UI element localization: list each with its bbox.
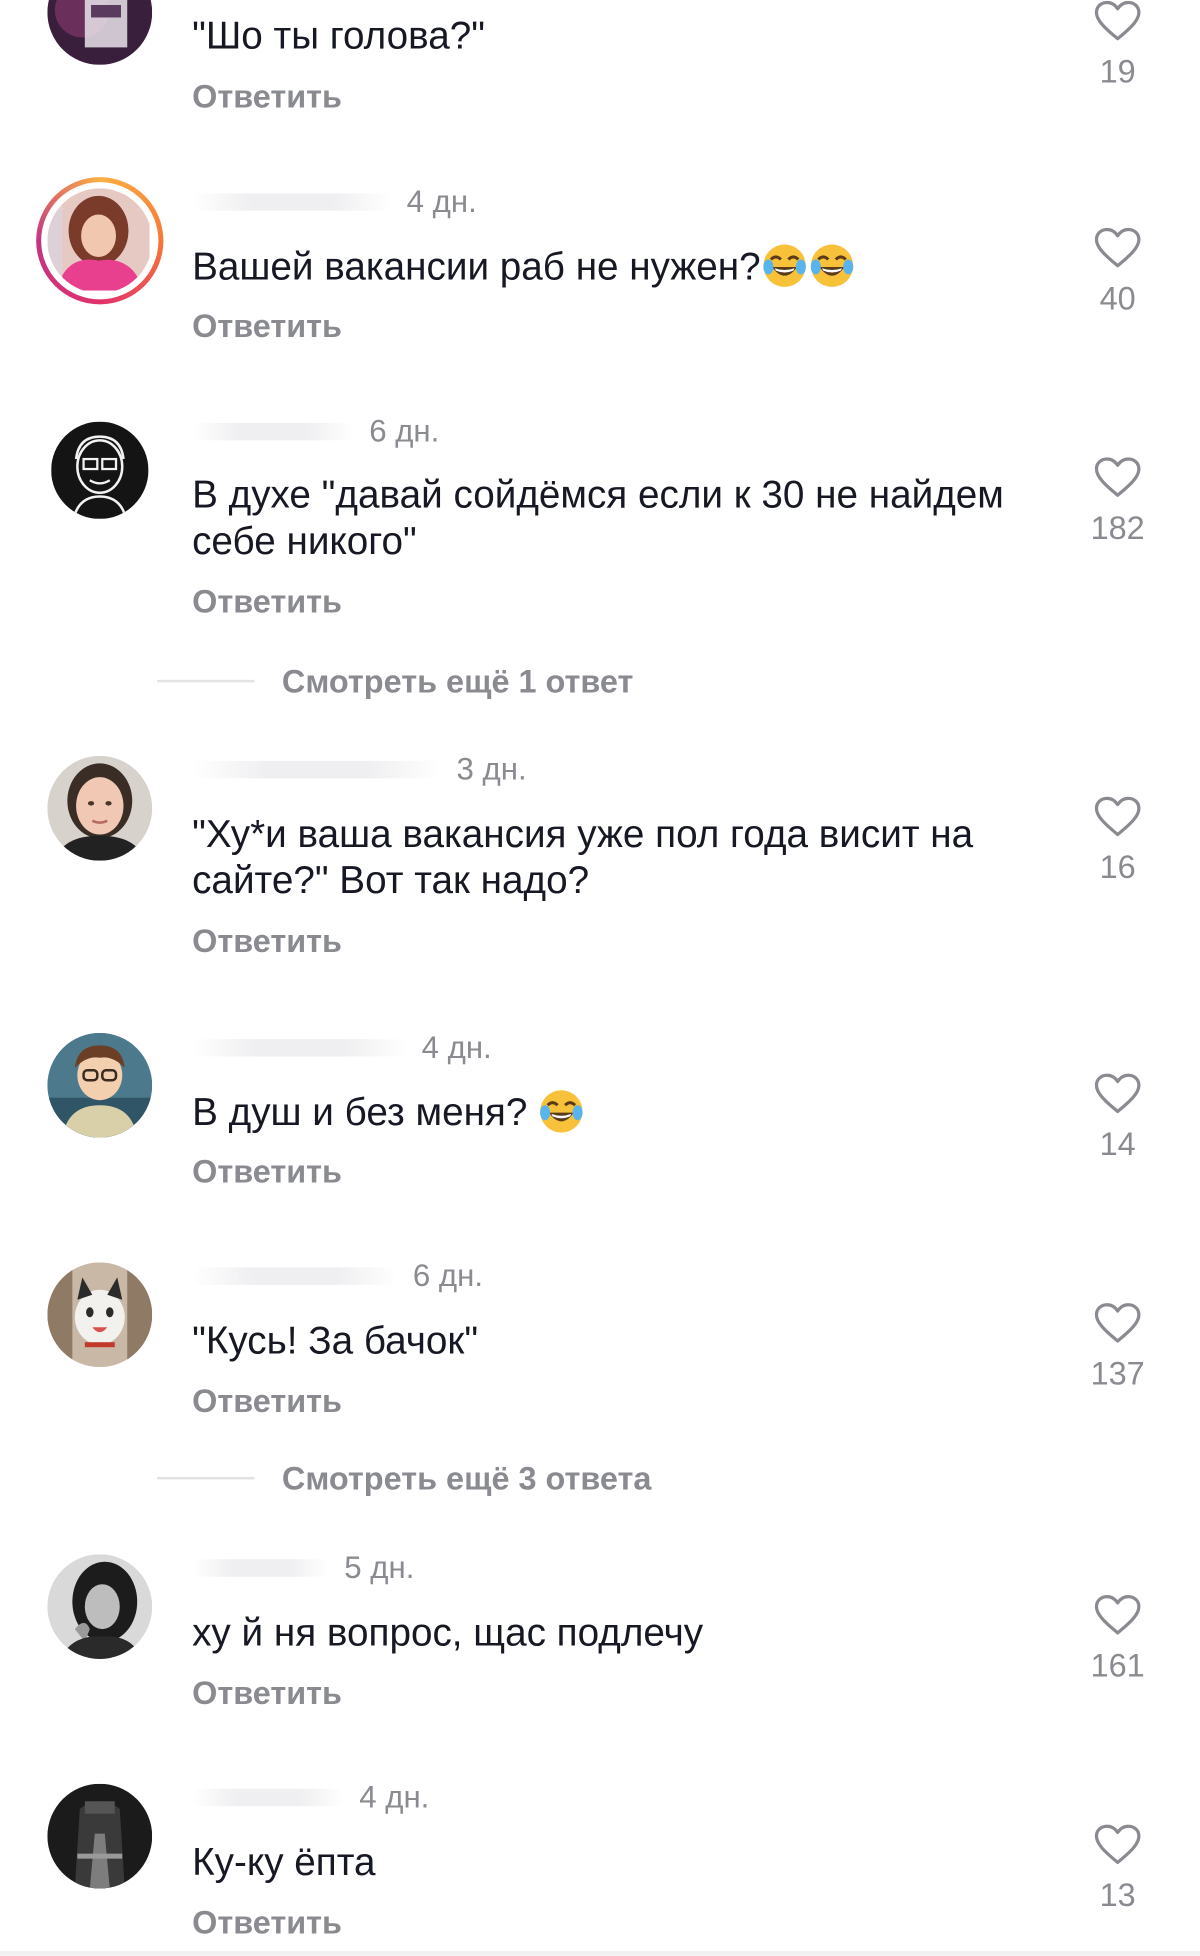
like-button[interactable]: 14 xyxy=(1080,1073,1155,1164)
avatar[interactable] xyxy=(47,1783,153,1889)
avatar[interactable] xyxy=(47,755,153,861)
like-count: 16 xyxy=(1099,848,1136,886)
heart-outline-icon xyxy=(1094,457,1141,497)
like-button[interactable]: 182 xyxy=(1080,457,1155,548)
username-redacted xyxy=(192,1039,407,1057)
like-count: 161 xyxy=(1090,1646,1145,1684)
like-button[interactable]: 19 xyxy=(1080,0,1155,91)
view-more-replies-label: Смотреть ещё 3 ответа xyxy=(281,1458,652,1497)
divider xyxy=(157,1476,255,1480)
face-with-tears-of-joy-icon xyxy=(763,244,806,287)
heart-outline-icon xyxy=(1094,796,1141,837)
comment-time: 4 дн. xyxy=(406,183,477,219)
comment-meta: 3 дн. xyxy=(192,750,527,790)
reply-button[interactable]: Ответить xyxy=(192,1674,342,1713)
like-count: 14 xyxy=(1099,1125,1136,1163)
comment-time: 6 дн. xyxy=(412,1258,483,1293)
heart-outline-icon xyxy=(1094,227,1141,268)
avatar[interactable] xyxy=(36,177,164,305)
comment-text: "Кусь! За бачок" xyxy=(192,1318,479,1363)
avatar[interactable] xyxy=(47,0,153,65)
avatar[interactable] xyxy=(47,1554,153,1660)
avatar[interactable] xyxy=(47,1032,153,1138)
heart-outline-icon xyxy=(1094,1824,1141,1864)
view-more-replies-label: Смотреть ещё 1 ответ xyxy=(281,661,634,700)
reply-button[interactable]: Ответить xyxy=(192,1904,342,1943)
username-redacted xyxy=(192,1788,345,1807)
avatar[interactable] xyxy=(51,421,149,519)
comment-time: 5 дн. xyxy=(344,1549,415,1585)
username-redacted xyxy=(192,1559,330,1577)
like-button[interactable]: 16 xyxy=(1080,796,1155,887)
username-redacted xyxy=(192,1267,398,1285)
like-count: 137 xyxy=(1090,1354,1145,1393)
like-count: 19 xyxy=(1099,52,1136,90)
comment-time: 6 дн. xyxy=(369,413,440,449)
username-redacted xyxy=(192,422,355,441)
comment-text: Ку-ку ёпта xyxy=(192,1839,376,1884)
like-button[interactable]: 13 xyxy=(1080,1824,1155,1915)
reply-button[interactable]: Ответить xyxy=(192,77,342,116)
username-redacted xyxy=(192,760,442,779)
reply-button[interactable]: Ответить xyxy=(192,1382,342,1421)
comment-text: В духе "давай сойдёмся если к 30 не найд… xyxy=(192,472,1004,563)
reply-button[interactable]: Ответить xyxy=(192,307,342,346)
view-more-replies-button[interactable]: Смотреть ещё 1 ответ xyxy=(157,662,633,699)
comment-time: 3 дн. xyxy=(456,751,527,787)
view-more-replies-button[interactable]: Смотреть ещё 3 ответа xyxy=(157,1459,651,1496)
heart-outline-icon xyxy=(1094,1073,1141,1114)
heart-outline-icon xyxy=(1094,1303,1141,1343)
like-count: 13 xyxy=(1099,1876,1136,1914)
bottom-edge xyxy=(0,1950,1200,1956)
comment-meta: 6 дн. xyxy=(192,412,439,452)
heart-outline-icon xyxy=(1094,1595,1141,1635)
comment-text-content: В душ и без меня? xyxy=(192,1090,528,1134)
comment-meta: 4 дн. xyxy=(192,1778,429,1818)
divider xyxy=(157,679,255,683)
avatar[interactable] xyxy=(47,1262,153,1368)
face-with-tears-of-joy-icon xyxy=(540,1090,584,1133)
comment-text: ху й ня вопрос, щас подлечу xyxy=(192,1610,704,1655)
comment-meta: 6 дн. xyxy=(192,1256,483,1296)
comment-text: Вашей вакансии раб не нужен? xyxy=(192,242,1053,289)
username-redacted xyxy=(192,193,392,211)
comment-time: 4 дн. xyxy=(421,1029,492,1065)
comment-meta: 5 дн. xyxy=(192,1548,414,1588)
face-with-tears-of-joy-icon xyxy=(810,244,853,287)
comment-text: "Шо ты голова?" xyxy=(192,13,486,58)
reply-button[interactable]: Ответить xyxy=(192,922,342,961)
comment-text: В душ и без меня? xyxy=(192,1088,1053,1135)
like-button[interactable]: 161 xyxy=(1080,1594,1155,1685)
like-count: 40 xyxy=(1099,279,1136,317)
comment-text: "Ху*и ваша вакансия уже пол года висит н… xyxy=(192,812,974,902)
comment-meta: 4 дн. xyxy=(192,182,477,222)
reply-button[interactable]: Ответить xyxy=(192,583,342,622)
comments-list: "Шо ты голова?" Ответить 19 4 дн. Вашей … xyxy=(0,0,1200,1956)
like-count: 182 xyxy=(1090,508,1145,547)
like-button[interactable]: 40 xyxy=(1080,227,1155,318)
comment-text-content: Вашей вакансии раб не нужен? xyxy=(192,244,761,289)
reply-button[interactable]: Ответить xyxy=(192,1153,342,1192)
heart-outline-icon xyxy=(1094,0,1141,41)
like-button[interactable]: 137 xyxy=(1080,1302,1155,1393)
comment-meta: 4 дн. xyxy=(192,1028,492,1068)
comment-time: 4 дн. xyxy=(359,1779,430,1815)
